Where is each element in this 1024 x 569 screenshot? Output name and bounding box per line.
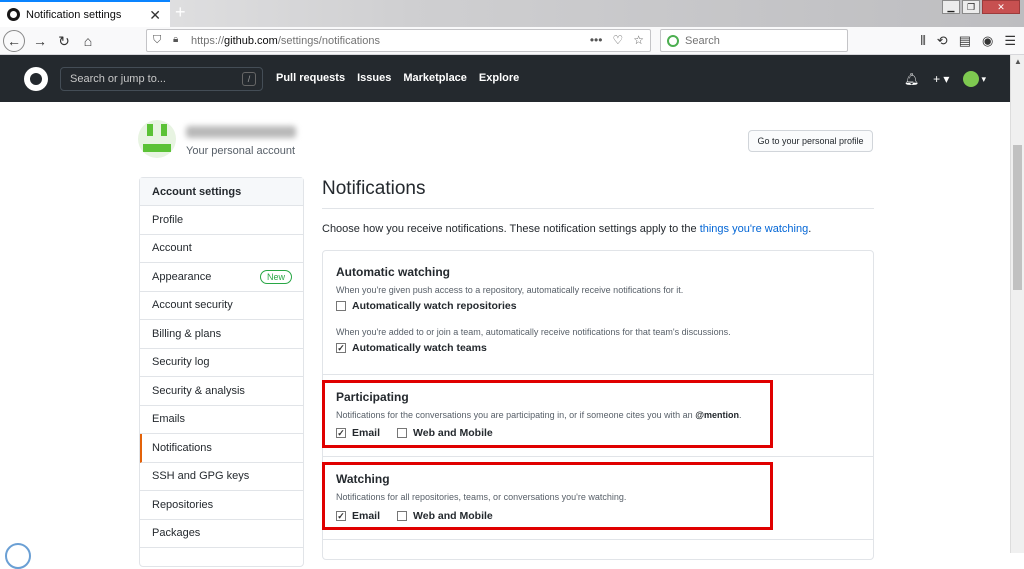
watch-teams-checkbox[interactable]: ✓ Automatically watch teams [336,342,731,354]
history-icon[interactable]: ⟲ [937,33,948,49]
page-scrollbar[interactable]: ▲ [1010,55,1024,553]
checkbox-label: Automatically watch repositories [352,300,517,312]
pocket-icon[interactable]: ♡ [612,33,623,47]
watch-repositories-checkbox[interactable]: Automatically watch repositories [336,300,731,312]
browser-tools: ⫴ ⟲ ▤ ◉ ☰ [920,33,1016,49]
section-description: When you're given push access to a repos… [336,285,684,295]
chevron-down-icon: ▾ [981,73,986,84]
github-header: Search or jump to... / Pull requests Iss… [0,55,1010,102]
checkbox-label: Automatically watch teams [352,342,487,354]
maximize-icon[interactable]: ❐ [962,0,980,14]
shield-icon: ⛉ [153,34,162,46]
nav-marketplace[interactable]: Marketplace [403,72,467,84]
notifications-bell-icon[interactable]: 🔔︎ [904,72,919,86]
nav-explore[interactable]: Explore [479,72,519,84]
bookmark-star-icon[interactable]: ☆ [633,33,644,47]
page-title: Notifications [322,178,874,209]
sidebar-item-security-analysis[interactable]: Security & analysis [140,377,303,406]
browser-tab-bar: Notification settings ✕ + ▁ ❐ ✕ [0,0,1024,27]
lock-icon: 🔒︎ [173,34,179,45]
browser-search-input[interactable]: Search [660,29,848,52]
scroll-up-icon[interactable]: ▲ [1014,57,1022,66]
page-actions-icon[interactable]: ••• [590,33,603,47]
library-icon[interactable]: ⫴ [920,33,925,49]
nav-pull-requests[interactable]: Pull requests [276,72,345,84]
close-tab-icon[interactable]: ✕ [149,7,161,24]
github-nav: Pull requests Issues Marketplace Explore [276,72,519,84]
divider [323,539,873,540]
back-icon[interactable]: ← [3,30,25,52]
sidebar-item-account[interactable]: Account [140,235,303,263]
create-new-dropdown[interactable]: + ▾ [933,72,949,86]
minimize-icon[interactable]: ▁ [942,0,960,14]
browser-toolbar: ← → ↻ ⌂ ⛉ 🔒︎ https://github.com/settings… [0,27,1024,55]
avatar [963,71,980,87]
browser-tab[interactable]: Notification settings ✕ [0,0,170,27]
reload-icon[interactable]: ↻ [54,31,74,51]
tab-title: Notification settings [26,8,122,21]
window-controls: ▁ ❐ ✕ [942,0,1020,14]
page-description: Choose how you receive notifications. Th… [322,223,874,235]
sidebar-item-billing[interactable]: Billing & plans [140,320,303,349]
sidebar-item-emails[interactable]: Emails [140,406,303,434]
description-end: . [808,223,812,235]
github-search-input[interactable]: Search or jump to... / [60,67,263,91]
new-badge: New [259,270,292,284]
section-description: When you're added to or join a team, aut… [336,327,731,337]
github-logo-icon[interactable] [24,67,48,91]
user-avatar[interactable] [138,120,176,158]
forward-icon[interactable]: → [30,31,50,51]
checkbox-box[interactable] [336,301,346,311]
sidebar-item-security-log[interactable]: Security log [140,349,303,377]
divider [323,456,873,457]
sidebar-item-repositories[interactable]: Repositories [140,491,303,520]
account-subtitle: Your personal account [186,145,296,157]
github-favicon-icon [7,8,20,21]
sidebar-item-appearance[interactable]: Appearance New [140,263,303,292]
sidebar-item-account-security[interactable]: Account security [140,292,303,320]
url-scheme: https:// [191,34,225,47]
url-bar[interactable]: ⛉ 🔒︎ https://github.com/settings/notific… [146,29,651,52]
browser-search-placeholder: Search [685,34,720,47]
settings-sidebar: Account settings Profile Account Appeara… [139,177,304,567]
description-text: Choose how you receive notifications. Th… [322,223,700,235]
nav-issues[interactable]: Issues [357,72,391,84]
url-path: /settings/notifications [277,34,380,47]
notifications-main: Notifications Choose how you receive not… [322,178,874,560]
section-title: Automatic watching [336,265,451,279]
github-header-actions: 🔔︎ + ▾ ▾ [904,71,986,87]
sidebar-item-notifications[interactable]: Notifications [140,434,303,463]
user-menu-dropdown[interactable]: ▾ [963,71,986,87]
checkbox-checked-box[interactable]: ✓ [336,343,346,353]
scrollbar-thumb[interactable] [1013,145,1022,290]
home-icon[interactable]: ⌂ [78,31,98,51]
participating-highlight [322,380,773,448]
automatic-watching-section: Automatic watching When you're given pus… [336,265,731,354]
new-tab-icon[interactable]: + [175,2,186,23]
account-icon[interactable]: ◉ [982,33,993,49]
search-engine-icon [667,35,679,47]
partial-circle-icon [5,543,31,569]
watching-highlight [322,462,773,530]
sidebar-item-ssh-gpg[interactable]: SSH and GPG keys [140,463,303,491]
sidebar-item-profile[interactable]: Profile [140,206,303,235]
divider [323,374,873,375]
things-watching-link[interactable]: things you're watching [700,223,809,235]
window-close-icon[interactable]: ✕ [982,0,1020,14]
sidebar-item-label: Appearance [152,270,212,283]
github-search-placeholder: Search or jump to... [70,73,166,85]
search-shortcut-badge: / [242,72,256,86]
username: coffeelakestory [186,122,273,137]
sidebar-icon[interactable]: ▤ [959,33,971,49]
sidebar-header: Account settings [140,178,303,206]
url-host: github.com [224,34,278,47]
sidebar-item-packages[interactable]: Packages [140,520,303,548]
url-actions: ••• ♡ ☆ [590,33,644,47]
go-to-profile-button[interactable]: Go to your personal profile [748,130,873,152]
hamburger-menu-icon[interactable]: ☰ [1004,33,1016,49]
